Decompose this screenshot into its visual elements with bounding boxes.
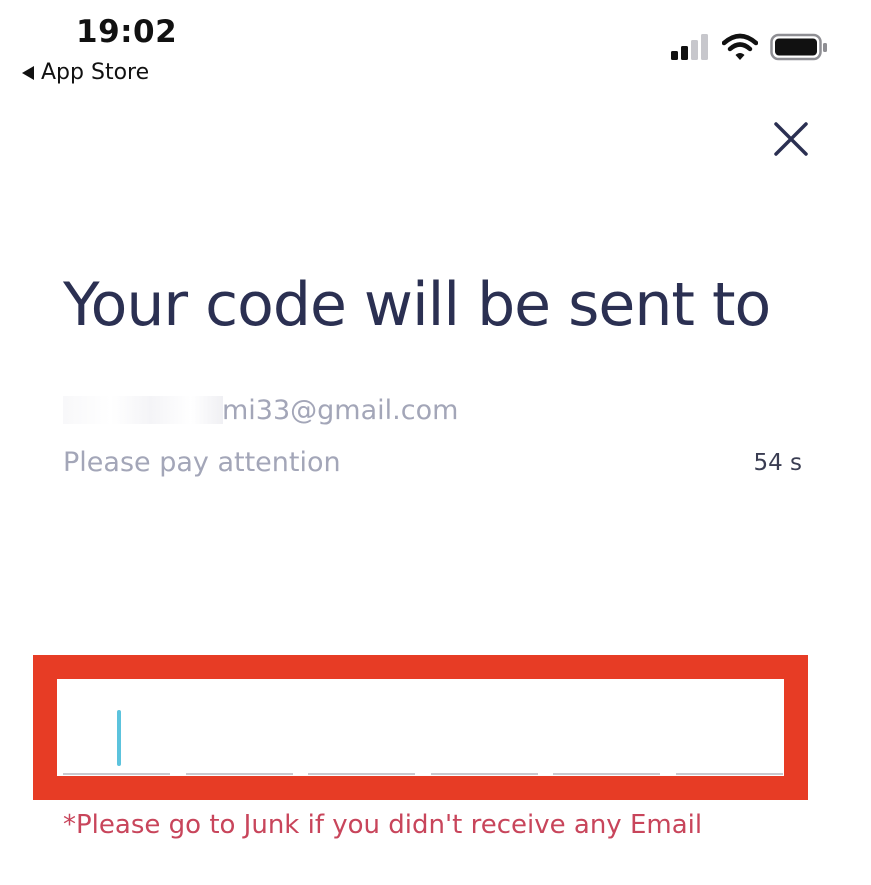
verification-screen: 19:02 App Store Your code will be sent t…: [0, 0, 871, 885]
code-digit-3[interactable]: [308, 680, 416, 775]
page-title: Your code will be sent to: [63, 270, 771, 340]
wifi-icon: [722, 33, 758, 60]
email-redaction: [63, 396, 223, 424]
code-digit-5[interactable]: [553, 680, 661, 775]
back-to-app-store-link[interactable]: App Store: [22, 60, 149, 85]
email-visible-text: mi33@gmail.com: [222, 394, 459, 426]
text-caret: [117, 710, 121, 766]
code-digit-1[interactable]: [63, 680, 170, 775]
battery-icon: [770, 33, 827, 61]
close-icon[interactable]: [770, 118, 812, 160]
junk-folder-note: *Please go to Junk if you didn't receive…: [63, 810, 703, 840]
code-digit-6[interactable]: [675, 680, 783, 775]
status-time: 19:02: [76, 14, 178, 50]
verification-code-input[interactable]: [63, 680, 783, 775]
back-arrow-icon: [22, 65, 34, 80]
code-digit-4[interactable]: [430, 680, 538, 775]
resend-countdown: 54 s: [753, 450, 802, 476]
destination-email: mi33@gmail.com: [63, 392, 458, 428]
code-digit-2[interactable]: [185, 680, 293, 775]
back-app-label: App Store: [41, 60, 150, 85]
cellular-signal-icon: [671, 34, 708, 60]
attention-hint: Please pay attention: [63, 447, 341, 478]
